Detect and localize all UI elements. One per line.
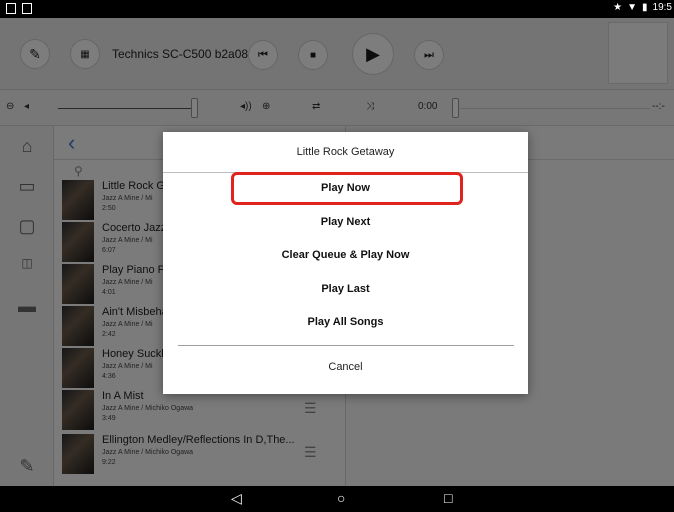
- highlight-box: [231, 172, 463, 205]
- recents-icon[interactable]: □: [444, 490, 452, 506]
- clock: 19:5: [652, 2, 672, 13]
- navigation-bar: ◁ ○ □: [0, 486, 674, 512]
- wifi-icon: ▼: [627, 2, 638, 13]
- play-all-songs-option[interactable]: Play All Songs: [163, 306, 528, 339]
- screen: ★ ▼ ▮ 19:5 ✎ ▦ Technics SC-C500 b2a083 ⏮…: [0, 0, 674, 512]
- play-last-option[interactable]: Play Last: [163, 273, 528, 306]
- play-options-dialog: Little Rock Getaway Play Now Play Next C…: [163, 132, 528, 394]
- status-bar: ★ ▼ ▮ 19:5: [0, 0, 674, 18]
- dialog-title: Little Rock Getaway: [163, 132, 528, 173]
- back-icon[interactable]: ◁: [231, 490, 242, 507]
- battery-icon: ▮: [642, 2, 648, 13]
- clear-queue-play-now-option[interactable]: Clear Queue & Play Now: [163, 239, 528, 272]
- download-icon: [22, 3, 32, 14]
- star-icon: ★: [613, 2, 623, 13]
- notification-icon: [6, 3, 16, 14]
- play-next-option[interactable]: Play Next: [163, 206, 528, 239]
- home-nav-icon[interactable]: ○: [337, 490, 345, 506]
- cancel-button[interactable]: Cancel: [163, 346, 528, 388]
